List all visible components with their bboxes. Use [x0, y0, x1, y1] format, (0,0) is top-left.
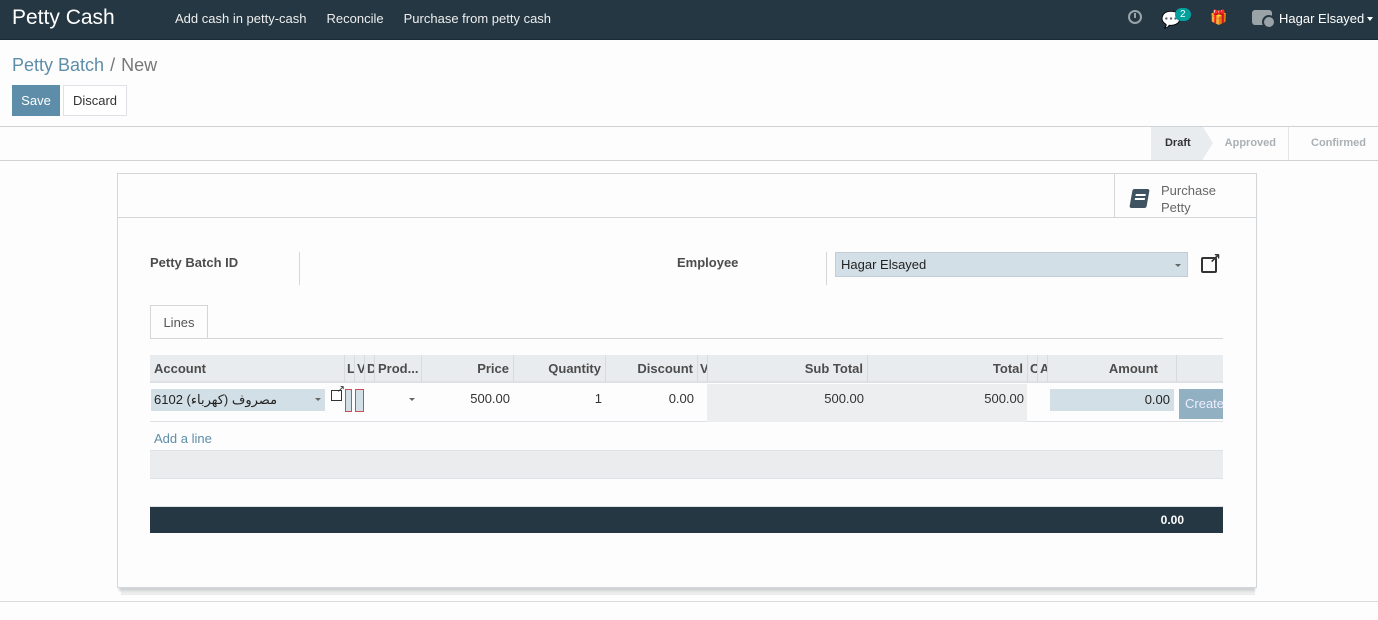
col-action [1177, 355, 1223, 382]
gift-icon[interactable]: 🎁 [1210, 9, 1227, 26]
tab-underline [150, 338, 1223, 339]
field-separator [299, 252, 300, 285]
sheet-shadow [121, 588, 1255, 595]
employee-label: Employee [677, 255, 739, 270]
col-c[interactable]: C [1028, 355, 1038, 382]
col-account[interactable]: Account [150, 355, 345, 382]
total-cell: 500.00 [984, 391, 1024, 406]
discount-cell[interactable]: 0.00 [606, 384, 698, 422]
col-total[interactable]: Total [868, 355, 1028, 382]
amount-input[interactable]: 0.00 [1050, 389, 1174, 411]
col-quantity[interactable]: Quantity [514, 355, 606, 382]
add-line-link[interactable]: Add a line [154, 431, 212, 446]
col-price[interactable]: Price [422, 355, 514, 382]
required-field-l[interactable] [345, 389, 352, 412]
chevron-down-icon[interactable] [315, 398, 321, 401]
smart-button-label: Purchase Petty [1161, 182, 1216, 216]
divider [0, 601, 1378, 602]
col-v2[interactable]: V [698, 355, 708, 382]
required-field-v[interactable] [355, 389, 364, 412]
breadcrumb-current: New [121, 55, 158, 75]
menu-item-purchase-from-petty-cash[interactable]: Purchase from petty cash [404, 11, 551, 26]
price-cell[interactable]: 500.00 [422, 384, 514, 422]
table-footer: 0.00 [150, 506, 1223, 533]
external-link-icon[interactable] [331, 384, 345, 401]
menu-item-add-cash[interactable]: Add cash in petty-cash [175, 11, 307, 26]
empty-row [150, 450, 1223, 479]
petty-batch-id-field[interactable] [304, 252, 604, 282]
breadcrumb-separator: / [110, 55, 116, 75]
stage-confirmed[interactable]: Confirmed [1289, 127, 1378, 160]
footer-total: 0.00 [1160, 513, 1184, 527]
col-v[interactable]: V [355, 355, 365, 382]
discard-button[interactable]: Discard [63, 85, 127, 116]
col-l[interactable]: L [345, 355, 355, 382]
col-d[interactable]: D [365, 355, 375, 382]
petty-batch-id-label: Petty Batch ID [150, 255, 239, 270]
camera-avatar-icon[interactable] [1252, 10, 1276, 29]
breadcrumb: Petty Batch / New [12, 55, 157, 76]
col-discount[interactable]: Discount [606, 355, 698, 382]
status-bar: Draft Approved Confirmed [1150, 127, 1378, 160]
divider [0, 160, 1378, 161]
col-sub-total[interactable]: Sub Total [708, 355, 868, 382]
smart-button-line1: Purchase [1161, 183, 1216, 198]
employee-value: Hagar Elsayed [841, 257, 927, 272]
user-menu[interactable]: Hagar Elsayed [1279, 11, 1364, 26]
messages-badge: 2 [1175, 8, 1191, 21]
external-link-icon[interactable] [1201, 250, 1221, 273]
chevron-down-icon[interactable] [409, 398, 415, 401]
col-product[interactable]: Prod... [375, 355, 422, 382]
account-value: 6102 مصروف (كهرباء) [154, 392, 278, 407]
main-menu: Add cash in petty-cash Reconcile Purchas… [175, 11, 551, 26]
stage-approved[interactable]: Approved [1203, 127, 1289, 160]
chevron-down-icon[interactable] [1175, 264, 1181, 267]
quantity-cell[interactable]: 1 [514, 384, 606, 422]
employee-select[interactable]: Hagar Elsayed [835, 252, 1188, 277]
col-a[interactable]: A [1038, 355, 1048, 382]
purchase-petty-smart-button[interactable]: Purchase Petty [1114, 174, 1256, 217]
stage-draft[interactable]: Draft [1150, 127, 1213, 160]
button-box: Purchase Petty [118, 174, 1256, 218]
table-header: Account L V D Prod... Price Quantity Dis… [150, 355, 1223, 383]
save-button[interactable]: Save [12, 85, 60, 116]
col-amount[interactable]: Amount [1048, 355, 1177, 382]
form-sheet: Purchase Petty Petty Batch ID Employee H… [117, 173, 1257, 588]
sub-total-cell: 500.00 [824, 391, 864, 406]
table-row[interactable]: 6102 مصروف (كهرباء) 500.00 1 0.00 500.00… [150, 384, 1223, 422]
smart-button-line2: Petty [1161, 200, 1191, 215]
menu-item-reconcile[interactable]: Reconcile [327, 11, 384, 26]
create-button[interactable]: Create [1179, 389, 1223, 419]
caret-down-icon[interactable] [1367, 17, 1373, 21]
account-select[interactable]: 6102 مصروف (كهرباء) [151, 389, 325, 411]
clock-icon[interactable] [1128, 10, 1142, 24]
field-separator [826, 252, 827, 285]
book-icon [1129, 189, 1150, 208]
breadcrumb-parent[interactable]: Petty Batch [12, 55, 104, 75]
top-navbar: Petty Cash Add cash in petty-cash Reconc… [0, 0, 1378, 40]
app-title[interactable]: Petty Cash [12, 6, 115, 30]
tab-lines[interactable]: Lines [150, 305, 208, 339]
